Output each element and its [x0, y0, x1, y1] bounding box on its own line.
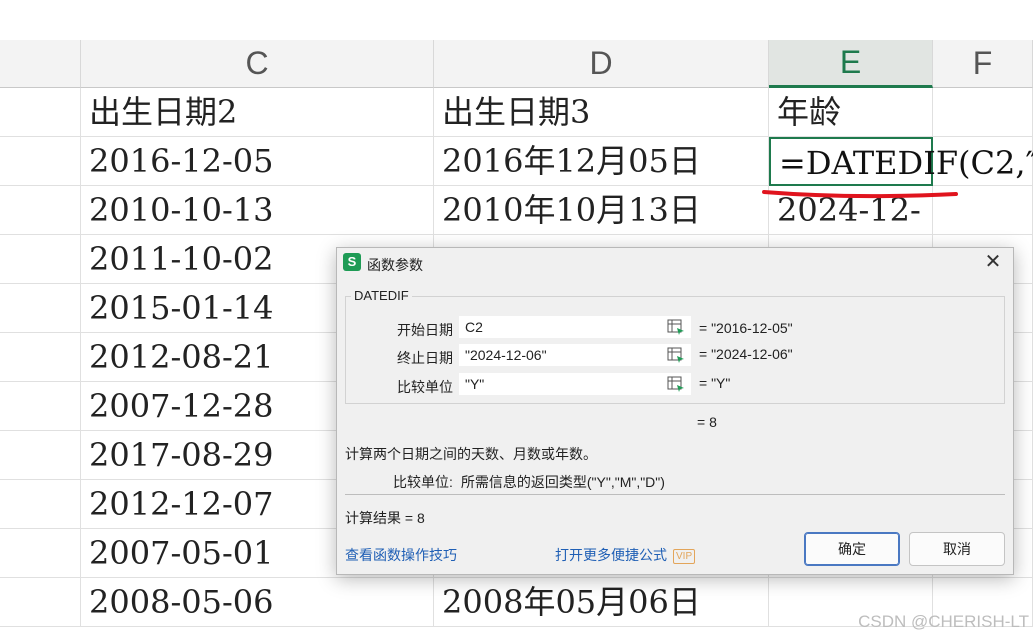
column-header-c[interactable]: C — [81, 40, 434, 88]
column-header-e[interactable]: E — [769, 40, 933, 88]
cell-b5[interactable] — [0, 284, 81, 333]
cell-b8[interactable] — [0, 431, 81, 480]
cell-b6[interactable] — [0, 333, 81, 382]
sheet-toolbar-area — [0, 0, 1033, 41]
column-header-b[interactable] — [0, 40, 81, 88]
cell-e2[interactable]: =DATEDIF(C2,″ — [769, 137, 1033, 186]
cell-f1[interactable] — [933, 88, 1033, 137]
column-header-d[interactable]: D — [434, 40, 769, 88]
param-result-unit: = "Y" — [699, 375, 731, 391]
dialog-title: 函数参数 — [367, 257, 423, 273]
watermark: CSDN @CHERISH-LT — [858, 612, 1029, 631]
cell-c3[interactable]: 2010-10-13 — [81, 186, 434, 235]
param-label-unit: 比较单位 — [397, 379, 453, 395]
range-select-icon[interactable] — [667, 319, 685, 335]
cell-b10[interactable] — [0, 529, 81, 578]
function-tips-link[interactable]: 查看函数操作技巧 — [345, 545, 457, 565]
param-result-end-date: = "2024-12-06" — [699, 346, 793, 362]
function-name: DATEDIF — [351, 288, 412, 303]
param-input-unit[interactable] — [459, 373, 691, 395]
cancel-button[interactable]: 取消 — [909, 532, 1005, 566]
cell-c2[interactable]: 2016-12-05 — [81, 137, 434, 186]
divider — [345, 494, 1005, 495]
vip-badge: VIP — [673, 549, 696, 564]
cell-d1[interactable]: 出生日期3 — [434, 88, 769, 137]
cell-e1[interactable]: 年龄 — [769, 88, 933, 137]
cell-c1[interactable]: 出生日期2 — [81, 88, 434, 137]
cell-d3[interactable]: 2010年10月13日 — [434, 186, 769, 235]
calc-result: 计算结果 = 8 — [345, 510, 425, 526]
cell-b2[interactable] — [0, 137, 81, 186]
ok-button[interactable]: 确定 — [804, 532, 900, 566]
cell-b7[interactable] — [0, 382, 81, 431]
param-input-end-date[interactable] — [459, 344, 691, 366]
column-header-f[interactable]: F — [933, 40, 1033, 88]
cell-d2[interactable]: 2016年12月05日 — [434, 137, 769, 186]
formula-result: = 8 — [697, 414, 717, 430]
argument-description: 比较单位: 所需信息的返回类型("Y","M","D") — [393, 472, 665, 492]
more-formulas-link[interactable]: 打开更多便捷公式 VIP — [555, 545, 696, 565]
range-select-icon[interactable] — [667, 347, 685, 363]
argument-description-label: 比较单位: — [393, 474, 453, 490]
param-label-start-date: 开始日期 — [397, 322, 453, 338]
close-icon[interactable]: ✕ — [981, 250, 1005, 274]
cell-b11[interactable] — [0, 578, 81, 627]
cell-b9[interactable] — [0, 480, 81, 529]
dialog-titlebar[interactable]: S 函数参数 ✕ — [337, 248, 1013, 278]
cell-c11[interactable]: 2008-05-06 — [81, 578, 434, 627]
param-input-start-date[interactable] — [459, 316, 691, 338]
cell-d11[interactable]: 2008年05月06日 — [434, 578, 769, 627]
param-result-start-date: = "2016-12-05" — [699, 320, 793, 336]
argument-description-text: 所需信息的返回类型("Y","M","D") — [460, 474, 665, 490]
red-underline-annotation — [762, 190, 958, 199]
cell-b4[interactable] — [0, 235, 81, 284]
function-description: 计算两个日期之间的天数、月数或年数。 — [345, 446, 597, 462]
param-label-end-date: 终止日期 — [397, 350, 453, 366]
cell-b1[interactable] — [0, 88, 81, 137]
more-formulas-label: 打开更多便捷公式 — [555, 547, 667, 563]
app-logo-icon: S — [343, 253, 361, 271]
function-arguments-dialog: S 函数参数 ✕ DATEDIF 开始日期 = "2016-12-05" 终止日… — [336, 247, 1014, 575]
cell-b3[interactable] — [0, 186, 81, 235]
range-select-icon[interactable] — [667, 376, 685, 392]
